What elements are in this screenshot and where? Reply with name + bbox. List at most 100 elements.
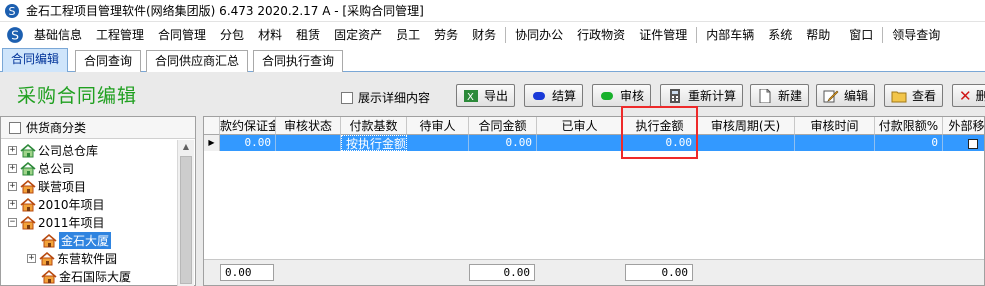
tree-item[interactable]: + 东营软件园 [27,249,117,267]
supplier-category-pane: 供货商分类 + 公司总仓库 + 总公司 + 联营项目 + 2010年项目 − 2… [0,116,196,286]
tree-item[interactable]: − 2011年项目 [8,213,105,231]
view-button[interactable]: 查看 [884,84,944,107]
house-icon [41,233,57,247]
menu-lease[interactable]: 租赁 [289,24,327,46]
expand-icon[interactable]: + [8,199,17,209]
expand-icon[interactable]: + [8,145,17,155]
tree-item-selected[interactable]: 金石大厦 [41,231,112,249]
menu-certificates[interactable]: 证件管理 [632,24,694,46]
menu-logo-icon[interactable]: S [6,26,24,44]
menu-staff[interactable]: 员工 [389,24,427,46]
cell-approved[interactable] [537,135,623,151]
delete-button[interactable]: ✕ 删 [952,84,985,107]
excel-icon: X [464,89,478,103]
cell-pending[interactable] [407,135,469,151]
menu-contract[interactable]: 合同管理 [151,24,213,46]
col-header-pending[interactable]: 待审人 [407,117,469,135]
cell-time[interactable] [795,135,875,151]
tab-supplier-summary[interactable]: 合同供应商汇总 [146,50,249,72]
menu-finance[interactable]: 财务 [465,24,503,46]
audit-button[interactable]: 审核 [592,84,652,107]
settle-label: 结算 [552,89,577,103]
menu-system[interactable]: 系统 [761,24,799,46]
col-header-external[interactable]: 外部移交 [943,117,984,135]
red-highlight-box [621,106,698,159]
tree-item[interactable]: + 2010年项目 [8,195,105,213]
menu-bar: S 基础信息 工程管理 合同管理 分包 材料 租赁 固定资产 员工 劳务 财务 … [0,23,985,47]
svg-text:X: X [467,92,474,103]
footer-deposit-total: 0.00 [220,264,274,281]
external-checkbox[interactable] [967,138,978,149]
green-dot-icon [601,91,613,100]
menu-vehicles[interactable]: 内部车辆 [699,24,761,46]
delete-label: 删 [975,89,985,103]
view-label: 查看 [912,89,937,103]
title-bar: S 金石工程项目管理软件(网络集团版) 6.473 2020.2.17 A - … [0,0,985,22]
tree-item[interactable]: + 公司总仓库 [8,141,98,159]
collapse-icon[interactable]: − [8,217,17,227]
app-logo-icon: S [5,3,19,18]
col-header-amount[interactable]: 合同金额 [469,117,537,135]
col-header-cycle[interactable]: 审核周期(天) [697,117,795,135]
show-detail-checkbox[interactable]: 展示详细内容 [341,89,430,106]
menu-leader-query[interactable]: 领导查询 [885,24,947,46]
checkbox-box[interactable] [341,91,353,104]
edit-icon [823,90,839,102]
cell-limit[interactable]: 0 [875,135,943,151]
cell-pay-base[interactable]: 按执行金额 [341,135,407,151]
tab-contract-query[interactable]: 合同查询 [75,50,142,72]
menu-separator [505,27,507,43]
menu-subcontract[interactable]: 分包 [213,24,251,46]
col-header-time[interactable]: 审核时间 [795,117,875,135]
col-header-approved[interactable]: 已审人 [537,117,623,135]
menu-admin-supplies[interactable]: 行政物资 [570,24,632,46]
tree-item[interactable]: 金石国际大厦 [41,267,131,285]
tree-scrollbar[interactable]: ▲ [177,140,194,286]
menu-window[interactable]: 窗口 [837,24,880,46]
menu-materials[interactable]: 材料 [251,24,289,46]
house-icon [39,251,55,265]
cell-external[interactable] [943,135,984,151]
tree-item[interactable]: + 联营项目 [8,177,86,195]
tree-item[interactable]: + 总公司 [8,159,74,177]
cell-deposit[interactable]: 0.00 [220,135,276,151]
warehouse-icon [20,161,36,175]
tree-item-label: 联营项目 [38,179,87,194]
menu-office[interactable]: 协同办公 [508,24,570,46]
row-indicator-header [204,117,220,135]
footer-exec-total: 0.00 [625,264,693,281]
house-icon [20,215,36,229]
cell-status[interactable] [276,135,341,151]
menu-labor[interactable]: 劳务 [427,24,465,46]
new-document-icon [759,88,771,103]
cell-amount[interactable]: 0.00 [469,135,537,151]
scroll-thumb[interactable] [180,156,192,284]
tab-execution-query[interactable]: 合同执行查询 [253,50,344,72]
expand-icon[interactable]: + [8,181,17,191]
menu-separator [696,27,698,43]
menu-basic-info[interactable]: 基础信息 [27,24,89,46]
col-header-deposit[interactable]: 款约保证金 [220,117,276,135]
menu-fixed-assets[interactable]: 固定资产 [327,24,389,46]
category-header[interactable]: 供货商分类 [1,117,195,139]
menu-help[interactable]: 帮助 [799,24,837,46]
menu-project[interactable]: 工程管理 [89,24,151,46]
expand-icon[interactable]: + [8,163,17,173]
scroll-up-icon[interactable]: ▲ [178,140,194,154]
new-button[interactable]: 新建 [750,84,810,107]
category-checkbox[interactable] [9,121,21,134]
delete-x-icon: ✕ [959,86,972,105]
recalc-label: 重新计算 [688,89,737,103]
tree-item-label: 总公司 [38,161,75,176]
edit-button[interactable]: 编辑 [816,84,876,107]
col-header-status[interactable]: 审核状态 [276,117,341,135]
col-header-limit[interactable]: 付款限额% [875,117,943,135]
expand-icon[interactable]: + [27,253,36,263]
footer-amount-total: 0.00 [469,264,535,281]
cell-cycle[interactable] [697,135,795,151]
export-button[interactable]: X 导出 [456,84,516,107]
tab-contract-edit[interactable]: 合同编辑 [2,48,69,73]
settle-button[interactable]: 结算 [524,84,584,107]
col-header-pay-base[interactable]: 付款基数 [341,117,407,135]
recalc-button[interactable]: 重新计算 [660,84,744,107]
